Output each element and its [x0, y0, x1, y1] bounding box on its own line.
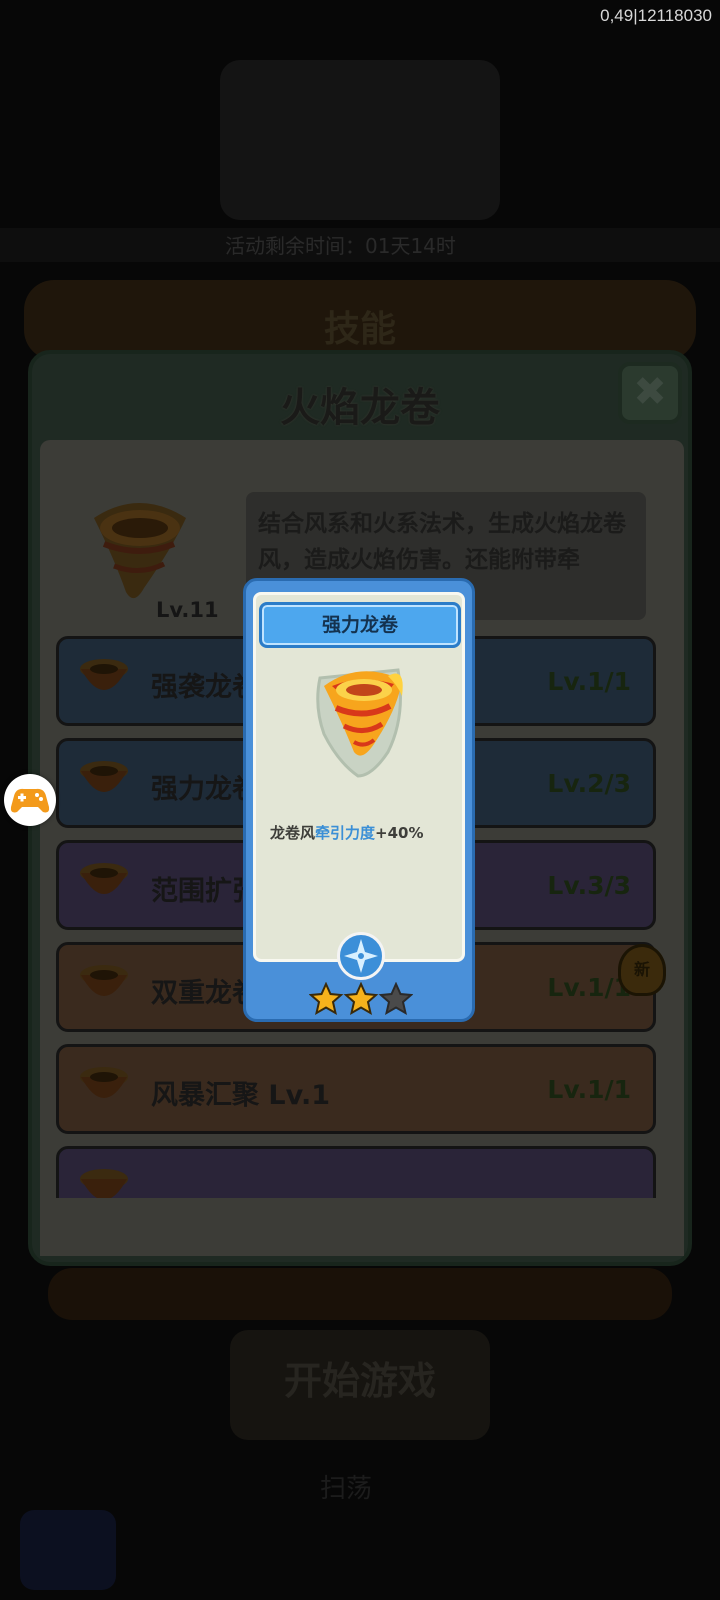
star-empty-icon [378, 982, 413, 1016]
skill-row-level: Lv.1/1 [547, 667, 631, 696]
new-badge: 新 [618, 944, 666, 996]
compass-emblem [337, 932, 385, 980]
close-button[interactable]: ✖ [618, 362, 682, 424]
tornado-icon [80, 659, 128, 690]
compass-star-icon [344, 939, 378, 973]
gamepad-icon [10, 788, 50, 813]
start-game-label: 开始游戏 [283, 1359, 436, 1403]
debug-readout: 0,49|12118030 [600, 6, 712, 25]
star-filled-icon [343, 982, 379, 1016]
skill-level: Lv.11 [156, 598, 219, 622]
star-filled-icon [309, 982, 344, 1016]
sweep-label: 扫荡 [320, 1474, 373, 1504]
close-icon: ✖ [633, 369, 667, 415]
floating-gamepad-button[interactable] [4, 774, 56, 826]
star-rating [309, 982, 413, 1016]
skill-card-title: 强力龙卷 [321, 614, 398, 636]
desc-suffix: +40% [375, 824, 424, 842]
skill-row-name: 风暴汇聚 Lv.1 [151, 1080, 331, 1111]
event-timer: 活动剩余时间：01天14时 [225, 234, 456, 258]
tornado-icon [80, 761, 128, 792]
panel-title: 火焰龙卷 [280, 385, 440, 431]
list-clip [40, 1198, 684, 1256]
skill-description: 结合风系和火系法术，生成火焰龙卷风，造成火焰伤害。还能附带牵 [258, 511, 626, 573]
fire-tornado-shield-icon [316, 668, 403, 778]
tornado-icon [80, 1067, 128, 1098]
skill-card-description: 龙卷风牵引力度+40% [270, 822, 460, 843]
event-banner [220, 60, 500, 220]
bottom-ribbon [48, 1268, 672, 1320]
skill-row-level: Lv.2/3 [547, 769, 631, 798]
skill-row-level: Lv.1/1 [547, 1075, 631, 1104]
corner-button[interactable] [20, 1510, 116, 1590]
skill-row-level: Lv.3/3 [547, 871, 631, 900]
tornado-icon [80, 863, 128, 894]
desc-highlight: 牵引力度 [315, 824, 376, 842]
tornado-icon [80, 965, 128, 996]
skill-row-5[interactable]: 风暴汇聚 Lv.1 Lv.1/1 [56, 1044, 656, 1134]
desc-prefix: 龙卷风 [270, 824, 316, 842]
skill-ribbon-title: 技能 [323, 309, 396, 350]
